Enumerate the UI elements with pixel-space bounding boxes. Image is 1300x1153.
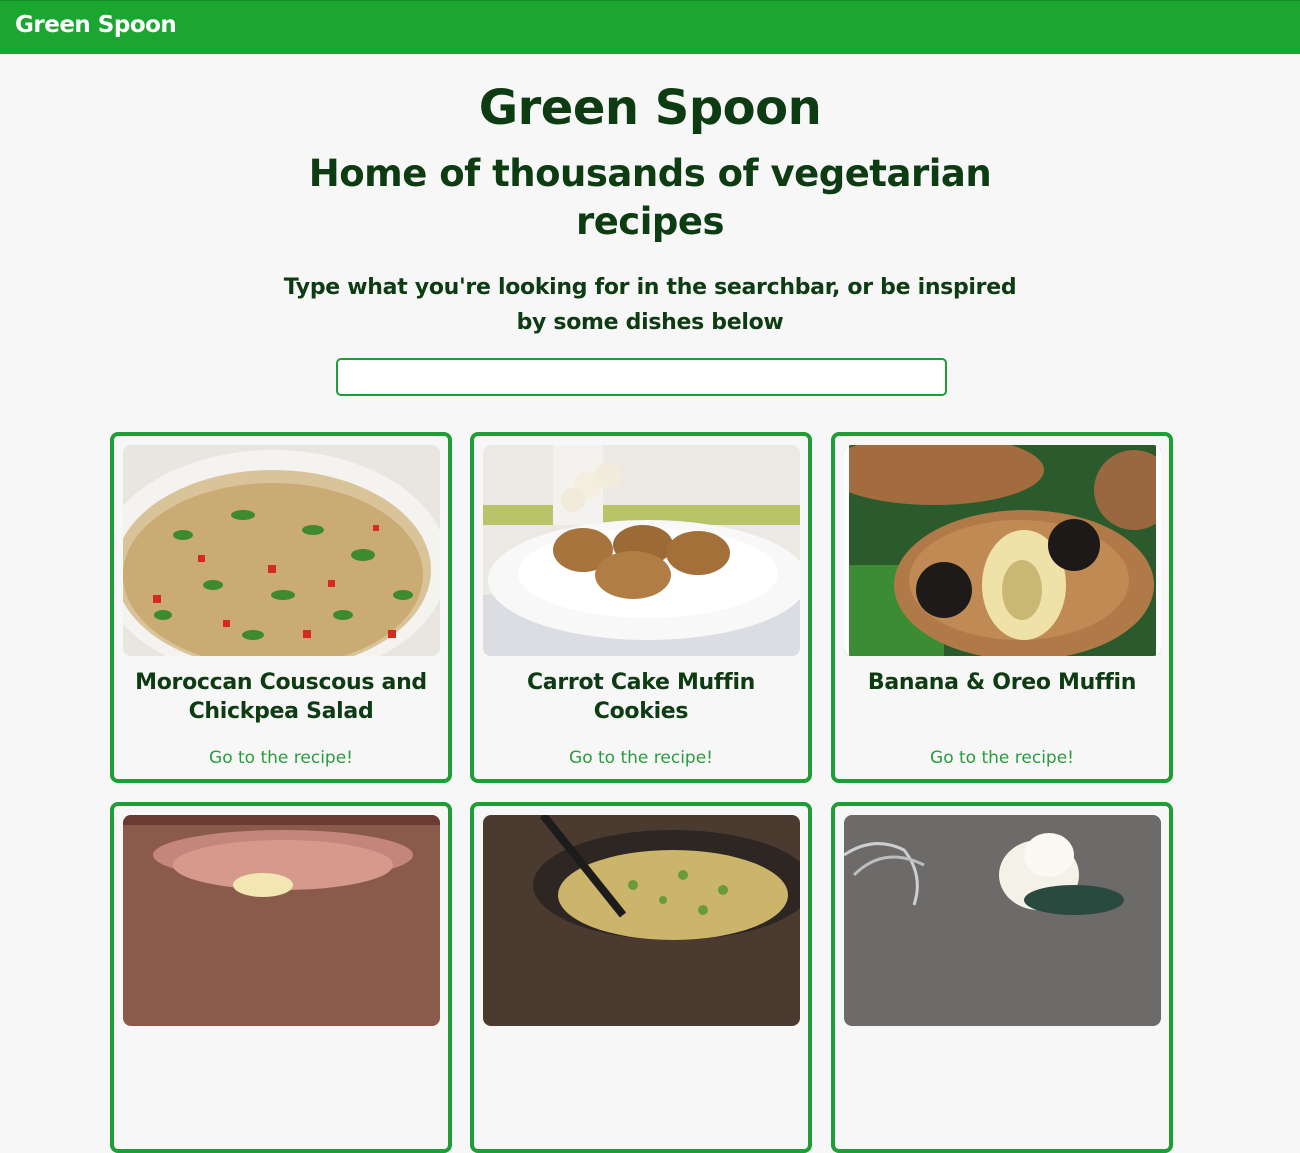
recipe-card[interactable]: Carrot Cake Muffin Cookies Go to the rec… (470, 432, 812, 783)
recipe-link[interactable]: Go to the recipe! (835, 748, 1169, 768)
recipe-card[interactable] (470, 802, 812, 1153)
recipe-image (123, 445, 440, 656)
top-navbar: Green Spoon (0, 0, 1300, 54)
recipe-card[interactable] (831, 802, 1173, 1153)
recipe-card[interactable]: Banana & Oreo Muffin Go to the recipe! (831, 432, 1173, 783)
recipe-image (123, 815, 440, 1026)
recipe-link[interactable]: Go to the recipe! (474, 748, 808, 768)
recipe-title: Banana & Oreo Muffin (867, 670, 1137, 695)
recipe-card[interactable] (110, 802, 452, 1153)
page-title: Green Spoon (478, 80, 822, 136)
page-subtitle: Home of thousands of vegetarian recipes (308, 152, 992, 243)
recipe-link[interactable]: Go to the recipe! (114, 748, 448, 768)
recipe-image (483, 815, 800, 1026)
recipe-title: Carrot Cake Muffin Cookies (526, 670, 756, 724)
recipe-title: Moroccan Couscous and Chickpea Salad (135, 670, 427, 724)
intro-text: Type what you're looking for in the sear… (283, 275, 1017, 335)
recipe-image (844, 445, 1161, 656)
search-input[interactable] (336, 358, 947, 396)
recipe-image (844, 815, 1161, 1026)
navbar-brand[interactable]: Green Spoon (15, 12, 177, 38)
recipe-card[interactable]: Moroccan Couscous and Chickpea Salad Go … (110, 432, 452, 783)
recipe-image (483, 445, 800, 656)
